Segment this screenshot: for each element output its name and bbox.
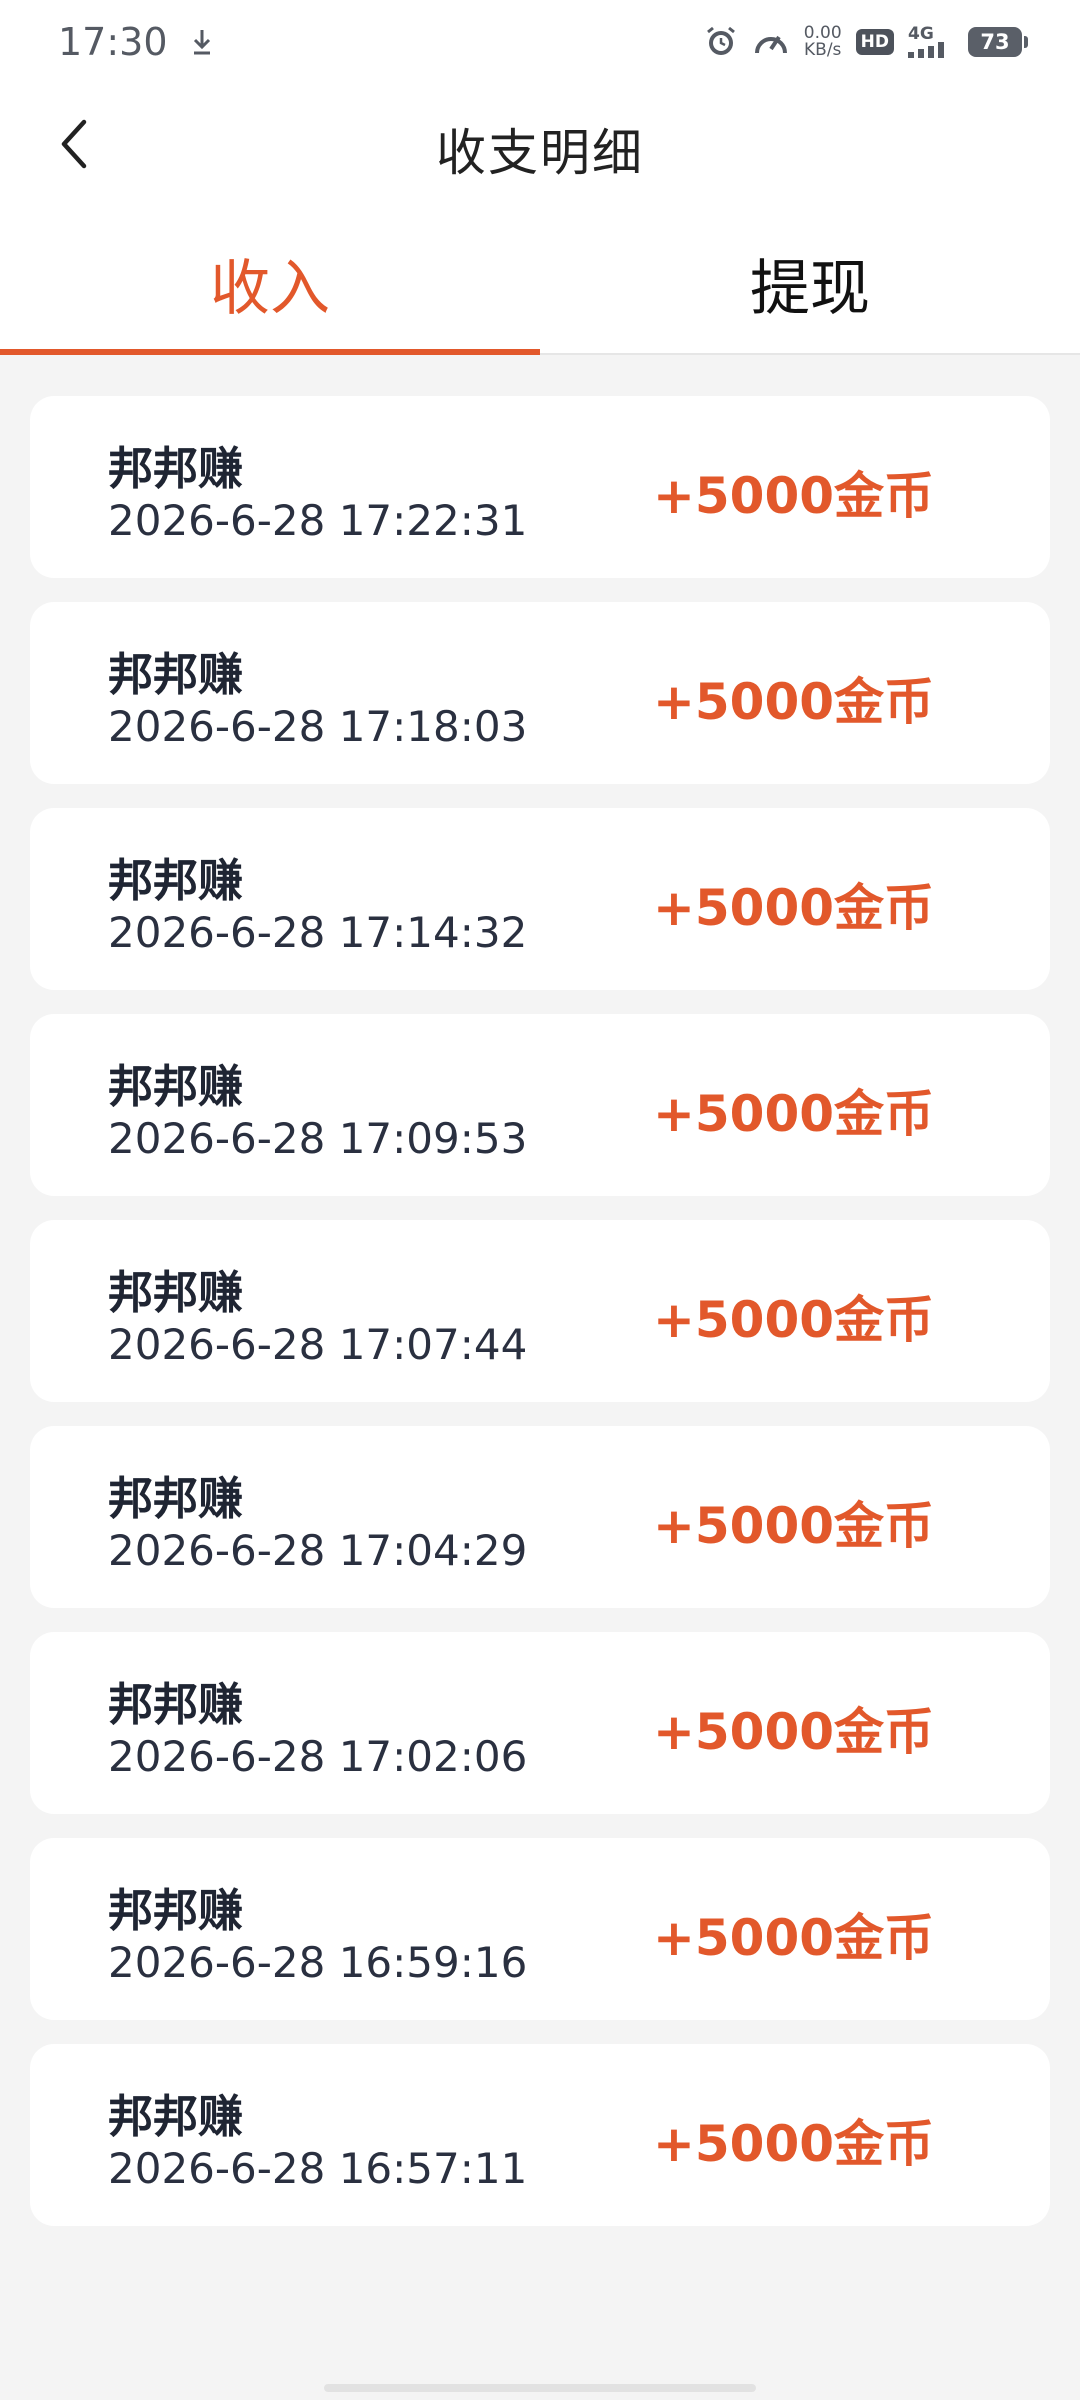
tab-bar: 收入 提现 [0, 214, 1080, 355]
record-source: 邦邦赚 [108, 1060, 244, 1113]
record-list: 邦邦赚 2026-6-28 17:22:31 +5000金币 邦邦赚 2026-… [30, 396, 1050, 2250]
list-item[interactable]: 邦邦赚 2026-6-28 17:02:06 +5000金币 [30, 1632, 1050, 1814]
record-amount: +5000金币 [653, 879, 935, 937]
tab-income-label: 收入 [210, 254, 330, 324]
record-amount: +5000金币 [653, 673, 935, 731]
record-time: 2026-6-28 17:09:53 [108, 1114, 528, 1163]
record-time: 2026-6-28 17:07:44 [108, 1320, 528, 1369]
status-bar: 17:30 0.00 KB/s HD 4G 73 [0, 0, 1080, 84]
list-item[interactable]: 邦邦赚 2026-6-28 17:07:44 +5000金币 [30, 1220, 1050, 1402]
record-amount: +5000金币 [653, 1909, 935, 1967]
tab-withdraw-label: 提现 [750, 254, 870, 324]
list-item[interactable]: 邦邦赚 2026-6-28 17:22:31 +5000金币 [30, 396, 1050, 578]
list-item[interactable]: 邦邦赚 2026-6-28 16:59:16 +5000金币 [30, 1838, 1050, 2020]
record-amount: +5000金币 [653, 467, 935, 525]
list-item[interactable]: 邦邦赚 2026-6-28 17:14:32 +5000金币 [30, 808, 1050, 990]
record-time: 2026-6-28 17:02:06 [108, 1732, 528, 1781]
home-indicator[interactable] [324, 2384, 756, 2392]
record-time: 2026-6-28 17:04:29 [108, 1526, 528, 1575]
record-time: 2026-6-28 16:57:11 [108, 2144, 528, 2193]
speedometer-icon [752, 25, 790, 59]
record-amount: +5000金币 [653, 1703, 935, 1761]
alarm-icon [704, 25, 738, 59]
record-source: 邦邦赚 [108, 1472, 244, 1525]
download-icon [190, 27, 214, 57]
record-amount: +5000金币 [653, 1291, 935, 1349]
list-item[interactable]: 邦邦赚 2026-6-28 17:04:29 +5000金币 [30, 1426, 1050, 1608]
list-item[interactable]: 邦邦赚 2026-6-28 16:57:11 +5000金币 [30, 2044, 1050, 2226]
record-amount: +5000金币 [653, 1085, 935, 1143]
signal-label: 4G [908, 24, 934, 44]
record-time: 2026-6-28 16:59:16 [108, 1938, 528, 1987]
status-time: 17:30 [58, 20, 168, 64]
signal-icon: 4G [908, 26, 954, 58]
record-time: 2026-6-28 17:14:32 [108, 908, 528, 957]
hd-badge: HD [855, 29, 894, 55]
tab-income[interactable]: 收入 [0, 214, 540, 355]
net-speed: 0.00 KB/s [804, 25, 842, 59]
record-time: 2026-6-28 17:22:31 [108, 496, 528, 545]
tab-withdraw[interactable]: 提现 [540, 214, 1080, 353]
status-left: 17:30 [58, 20, 214, 64]
tab-active-indicator [0, 349, 540, 355]
record-source: 邦邦赚 [108, 1266, 244, 1319]
top-area: 17:30 0.00 KB/s HD 4G 73 收支明细 收入 提现 [0, 0, 1080, 355]
record-source: 邦邦赚 [108, 854, 244, 907]
record-source: 邦邦赚 [108, 442, 244, 495]
record-source: 邦邦赚 [108, 648, 244, 701]
record-time: 2026-6-28 17:18:03 [108, 702, 528, 751]
net-speed-unit: KB/s [804, 40, 842, 60]
back-button[interactable] [42, 112, 106, 176]
record-source: 邦邦赚 [108, 1884, 244, 1937]
record-source: 邦邦赚 [108, 1678, 244, 1731]
list-item[interactable]: 邦邦赚 2026-6-28 17:09:53 +5000金币 [30, 1014, 1050, 1196]
list-item[interactable]: 邦邦赚 2026-6-28 17:18:03 +5000金币 [30, 602, 1050, 784]
record-amount: +5000金币 [653, 2115, 935, 2173]
page-title: 收支明细 [436, 124, 644, 182]
record-source: 邦邦赚 [108, 2090, 244, 2143]
chevron-left-icon [61, 119, 87, 169]
nav-bar: 收支明细 [0, 84, 1080, 214]
status-right: 0.00 KB/s HD 4G 73 [704, 25, 1028, 59]
battery-icon: 73 [968, 27, 1028, 57]
battery-level: 73 [980, 30, 1010, 54]
record-amount: +5000金币 [653, 1497, 935, 1555]
